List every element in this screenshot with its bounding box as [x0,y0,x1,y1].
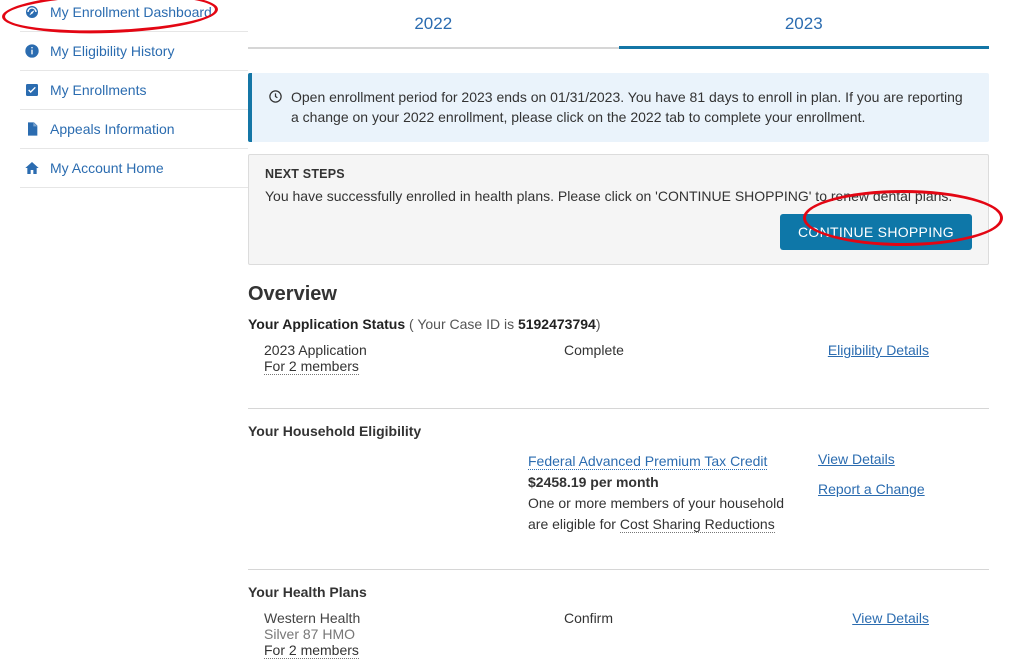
household-credit-info: Federal Advanced Premium Tax Credit $245… [528,451,788,535]
main-content: 2022 2023 Open enrollment period for 202… [248,0,1013,658]
plan-info-col: Western Health Silver 87 HMO For 2 membe… [264,610,564,658]
report-change-link[interactable]: Report a Change [818,481,925,497]
divider [248,408,989,409]
document-icon [24,121,40,137]
eligibility-details-link[interactable]: Eligibility Details [828,342,929,358]
tab-label: 2023 [785,14,823,33]
sidebar-item-eligibility-history[interactable]: My Eligibility History [20,32,248,71]
plan-members: For 2 members [264,642,359,659]
household-row: Federal Advanced Premium Tax Credit $245… [248,451,989,535]
application-name-col: 2023 Application For 2 members [264,342,564,374]
banner-text: Open enrollment period for 2023 ends on … [291,87,971,128]
check-square-icon [24,82,40,98]
case-id: 5192473794 [518,316,596,332]
plan-view-details-link[interactable]: View Details [852,610,929,626]
next-steps-title: NEXT STEPS [265,167,972,181]
case-close: ) [596,316,601,332]
tab-2022[interactable]: 2022 [248,4,619,49]
plan-status: Confirm [564,610,613,626]
federal-tax-credit-link[interactable]: Federal Advanced Premium Tax Credit [528,453,767,470]
sidebar-item-enrollment-dashboard[interactable]: My Enrollment Dashboard [20,0,248,32]
health-plans-row: Western Health Silver 87 HMO For 2 membe… [248,610,989,658]
sidebar-item-label: My Enrollment Dashboard [50,4,212,20]
next-steps-body: You have successfully enrolled in health… [265,187,972,207]
household-eligibility-title: Your Household Eligibility [248,423,989,439]
open-enrollment-banner: Open enrollment period for 2023 ends on … [248,73,989,142]
tab-2023[interactable]: 2023 [619,4,990,49]
cost-sharing-reductions-link[interactable]: Cost Sharing Reductions [620,516,775,533]
plan-name: Western Health [264,610,564,626]
next-steps-panel: NEXT STEPS You have successfully enrolle… [248,154,989,266]
sidebar-item-appeals-information[interactable]: Appeals Information [20,110,248,149]
application-status: Complete [564,342,624,358]
status-label: Your Application Status [248,316,405,332]
application-status-col: Complete [564,342,794,374]
home-icon [24,160,40,176]
application-row: 2023 Application For 2 members Complete … [248,342,989,374]
application-links-col: Eligibility Details [794,342,989,374]
sidebar-item-account-home[interactable]: My Account Home [20,149,248,188]
credit-amount: $2458.19 per month [528,474,659,490]
overview-heading: Overview [248,283,989,306]
info-icon [24,43,40,59]
clock-icon [268,89,283,128]
tab-label: 2022 [414,14,452,33]
household-actions: View Details Report a Change [788,451,989,535]
sidebar-item-my-enrollments[interactable]: My Enrollments [20,71,248,110]
household-view-details-link[interactable]: View Details [818,451,895,467]
plan-actions-col: View Details [794,610,989,658]
continue-shopping-button[interactable]: CONTINUE SHOPPING [780,214,972,250]
application-status-line: Your Application Status ( Your Case ID i… [248,316,989,332]
case-label: ( Your Case ID is [409,316,518,332]
divider [248,569,989,570]
sidebar: My Enrollment Dashboard My Eligibility H… [0,0,248,658]
sidebar-item-label: My Account Home [50,160,164,176]
plan-type: Silver 87 HMO [264,626,564,642]
year-tabs: 2022 2023 [248,4,989,49]
household-left-spacer [248,451,528,535]
sidebar-item-label: Appeals Information [50,121,175,137]
application-name: 2023 Application [264,342,564,358]
health-plans-title: Your Health Plans [248,584,989,600]
plan-status-col: Confirm [564,610,794,658]
application-members: For 2 members [264,358,359,375]
sidebar-item-label: My Eligibility History [50,43,174,59]
dashboard-icon [24,4,40,20]
sidebar-item-label: My Enrollments [50,82,146,98]
